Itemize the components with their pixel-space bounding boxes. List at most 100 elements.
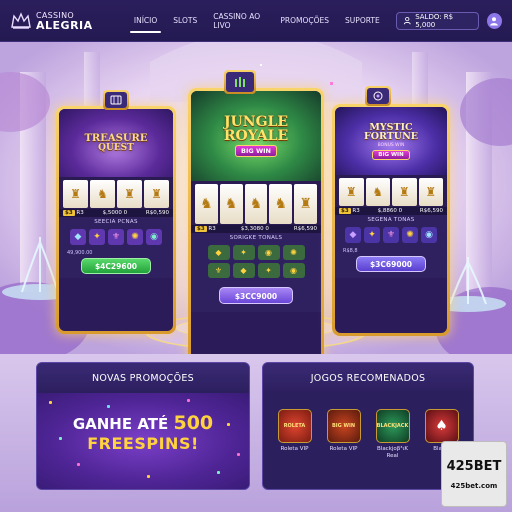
fleur-icon: ⚜ <box>383 227 399 243</box>
meter-right: R$0,590 <box>145 210 169 216</box>
slot-subtitle: BONUS WIN <box>377 142 405 148</box>
slot-badge <box>103 90 129 110</box>
slot-hero-art: TREASURE QUEST <box>59 109 173 177</box>
slot-sub-note: R$8,8 <box>343 248 358 254</box>
slot-reels: ♜ ♞ ♜ ♜ <box>335 175 447 207</box>
reel-symbol: ♜ <box>117 180 142 208</box>
slot-bet-meter: $3 R3 $,8860 0 R$6,590 <box>335 207 447 215</box>
slot-title-line-1: TREASURE <box>84 132 148 144</box>
slot-card-body: TREASURE QUEST ♜ ♞ ♜ ♜ $3 R3 $,5000 0 R$… <box>59 109 173 331</box>
orb-icon: ◉ <box>257 245 280 260</box>
meter-left: R3 <box>76 210 84 216</box>
balance-display[interactable]: SALDO: R$ 5,000 <box>395 11 479 30</box>
top-header: CASSINO ALEGRIA INÍCIO SLOTS CASSINO AO … <box>0 0 512 42</box>
balance-label: SALDO: R$ 5,000 <box>415 12 454 29</box>
slot-play-button[interactable]: $3CC9000 <box>219 287 293 304</box>
nav-promocoes[interactable]: PROMOÇÕES <box>272 0 337 42</box>
crown-icon <box>11 11 31 29</box>
slot-play-button[interactable]: $3C69000 <box>356 256 426 272</box>
fleur-icon: ⚜ <box>207 263 230 278</box>
mystic-eye-icon <box>373 91 383 101</box>
reel-symbol: ♜ <box>294 184 317 224</box>
game-tile-blackjack-real[interactable]: BLACKJACK Blackjoβ³ιK Real <box>375 409 411 459</box>
game-thumb: BLACKJACK <box>375 409 410 443</box>
confetti <box>187 399 190 402</box>
watermark-url: 425bet.com <box>450 481 498 490</box>
game-thumb: ♠ <box>424 409 459 443</box>
meter-left: R3 <box>352 208 360 214</box>
star-icon: ✦ <box>364 227 380 243</box>
reel-symbol: ♜ <box>339 178 364 206</box>
slot-card-jungle-royale[interactable]: JUNGLE ROYALE BIG WIN ♞ ♞ ♞ ♞ ♜ $3 R3 $3… <box>188 88 324 354</box>
reel-symbol: ♜ <box>144 180 169 208</box>
slot-machine-icon <box>110 95 122 105</box>
orb-icon: ◉ <box>282 263 305 278</box>
watermark-brand: 425BET <box>446 458 502 474</box>
slot-card-treasure-quest[interactable]: TREASURE QUEST ♜ ♞ ♜ ♜ $3 R3 $,5000 0 R$… <box>56 106 176 334</box>
feature-icons: ◆ ✦ ◉ ✺ ⚜ ◆ ✦ ◉ <box>191 242 321 281</box>
meter-right: R$6,590 <box>419 208 443 214</box>
sun-icon: ✺ <box>127 229 143 245</box>
confetti <box>147 475 150 478</box>
slot-hero-art: JUNGLE ROYALE BIG WIN <box>191 91 321 181</box>
meter-mid: $3,3080 0 <box>240 226 269 232</box>
brand-watermark: 425BET 425bet.com <box>441 441 507 507</box>
game-label: Blackjoβ³ιK <box>377 446 408 452</box>
meter-mid: $,5000 0 <box>102 210 128 216</box>
orb-icon: ◉ <box>421 227 437 243</box>
promo-headline: GANHE ATÉ 500 <box>37 412 249 434</box>
reel-symbol: ♞ <box>269 184 293 224</box>
hero-stage: TREASURE QUEST ♜ ♞ ♜ ♜ $3 R3 $,5000 0 R$… <box>0 42 512 354</box>
slot-title-line-2: ROYALE <box>223 128 289 144</box>
game-tile-roleta-vip[interactable]: ROLETA Roleta VIP <box>277 409 313 459</box>
game-label-2: Real <box>386 452 399 459</box>
reel-symbol: ♞ <box>195 184 218 224</box>
slot-card-body: MYSTIC FORTUNE BONUS WIN BIG WIN ♜ ♞ ♜ ♜… <box>335 107 447 333</box>
slot-reels: ♞ ♞ ♞ ♞ ♜ <box>191 181 321 225</box>
leaf-icon <box>235 77 245 87</box>
confetti <box>77 463 80 466</box>
profile-button[interactable] <box>486 12 502 29</box>
orb-icon: ◉ <box>146 229 162 245</box>
slot-sub-note: 49,900.00 <box>67 250 93 256</box>
reel-symbol: ♞ <box>244 184 268 224</box>
meter-tag: $3 <box>195 226 207 232</box>
nav-inicio[interactable]: INÍCIO <box>126 0 165 42</box>
slot-sub-label: SEGENA TONAS <box>335 215 447 224</box>
slot-bet-meter: $3 R3 $,5000 0 R$0,590 <box>59 209 173 217</box>
reel-symbol: ♞ <box>219 184 243 224</box>
meter-mid: $,8860 0 <box>377 208 403 214</box>
promotions-title: NOVAS PROMOÇÕES <box>37 363 249 393</box>
slot-card-mystic-fortune[interactable]: MYSTIC FORTUNE BONUS WIN BIG WIN ♜ ♞ ♜ ♜… <box>332 104 450 336</box>
big-win-tag: BIG WIN <box>372 149 410 160</box>
user-outline-icon <box>403 16 411 25</box>
feature-icons: ◆ ✦ ⚜ ✺ ◉ <box>59 226 173 248</box>
meter-left: R3 <box>208 226 216 232</box>
reel-symbol: ♜ <box>63 180 88 208</box>
promo-banner[interactable]: GANHE ATÉ 500 FREESPINS! <box>37 393 249 489</box>
reel-symbol: ♞ <box>90 180 115 208</box>
game-label: Roleta VIP <box>329 446 358 452</box>
star-icon: ✦ <box>232 245 255 260</box>
nav-slots[interactable]: SLOTS <box>165 0 205 42</box>
recommended-title: JOGOS RECOMENADOS <box>263 363 473 393</box>
slot-play-button[interactable]: $4C29600 <box>81 258 151 274</box>
slot-sub-label: SORIGKE TONALS <box>191 233 321 242</box>
star-icon: ✦ <box>89 229 105 245</box>
logo-text: CASSINO ALEGRIA <box>36 11 93 31</box>
game-thumb: ROLETA <box>277 409 312 443</box>
nav-suporte[interactable]: SUPORTE <box>337 0 388 42</box>
star-icon: ✦ <box>257 263 280 278</box>
slot-bet-meter: $3 R3 $3,3080 0 R$6,590 <box>191 225 321 233</box>
game-tile-roleta-vip-2[interactable]: BIG WIN Roleta VIP <box>326 409 362 459</box>
promotions-panel[interactable]: NOVAS PROMOÇÕES GANHE ATÉ 500 FREESPINS! <box>36 362 250 490</box>
slot-title-line-1: JUNGLE <box>223 114 289 130</box>
logo-line-2: ALEGRIA <box>36 18 93 32</box>
casino-logo[interactable]: CASSINO ALEGRIA <box>10 11 114 31</box>
meter-tag: $3 <box>63 210 75 216</box>
nav-cassino-ao-vivo[interactable]: CASSINO AO LIVO <box>205 0 272 42</box>
gem-icon: ◆ <box>207 245 230 260</box>
gem-icon: ◆ <box>345 227 361 243</box>
slot-badge <box>224 70 256 94</box>
confetti <box>217 471 220 474</box>
